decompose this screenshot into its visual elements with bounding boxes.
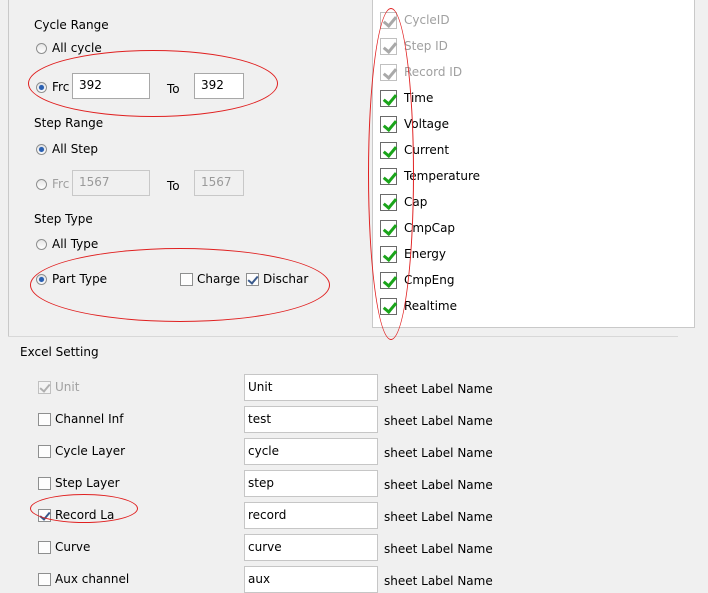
excel-row-name-input[interactable]: record bbox=[244, 502, 378, 529]
checkmark-icon bbox=[382, 194, 398, 211]
checkmark-icon bbox=[382, 168, 398, 185]
all-step-radio[interactable] bbox=[36, 144, 47, 155]
column-label[interactable]: Voltage bbox=[404, 117, 449, 132]
cycle-to-input[interactable]: 392 bbox=[194, 73, 244, 99]
all-type-label[interactable]: All Type bbox=[52, 237, 98, 252]
sheet-label-name-text: sheet Label Name bbox=[384, 446, 493, 460]
excel-row-label[interactable]: Record La bbox=[55, 508, 135, 523]
excel-row-name-input[interactable]: Unit bbox=[244, 374, 378, 401]
step-from-radio[interactable] bbox=[36, 179, 47, 190]
column-checkbox bbox=[380, 64, 398, 81]
sheet-label-name-text: sheet Label Name bbox=[384, 414, 493, 428]
column-checkbox[interactable] bbox=[380, 90, 398, 107]
excel-row-name-input[interactable]: step bbox=[244, 470, 378, 497]
checkmark-icon bbox=[382, 142, 398, 159]
excel-row-label[interactable]: Curve bbox=[55, 540, 135, 555]
all-cycle-label[interactable]: All cycle bbox=[52, 41, 102, 56]
checkmark-icon bbox=[247, 273, 259, 285]
cycle-range-title: Cycle Range bbox=[34, 18, 109, 32]
excel-row-checkbox[interactable] bbox=[38, 413, 51, 426]
column-checkbox bbox=[380, 38, 398, 55]
column-checkbox[interactable] bbox=[380, 298, 398, 315]
step-from-input[interactable]: 1567 bbox=[72, 170, 150, 196]
part-type-radio[interactable] bbox=[36, 274, 47, 285]
step-range-title: Step Range bbox=[34, 116, 104, 130]
column-label: CycleID bbox=[404, 13, 450, 27]
checkmark-icon bbox=[382, 38, 398, 55]
all-type-radio[interactable] bbox=[36, 239, 47, 250]
excel-row-label[interactable]: Aux channel bbox=[55, 572, 135, 587]
cycle-from-label[interactable]: Frc bbox=[52, 80, 69, 95]
column-checkbox[interactable] bbox=[380, 116, 398, 133]
column-label[interactable]: CmpEng bbox=[404, 273, 455, 288]
column-checkbox[interactable] bbox=[380, 168, 398, 185]
column-label[interactable]: Time bbox=[404, 91, 433, 106]
column-label[interactable]: Cap bbox=[404, 195, 427, 210]
excel-row-name-input[interactable]: cycle bbox=[244, 438, 378, 465]
excel-row-label[interactable]: Step Layer bbox=[55, 476, 135, 491]
charge-checkbox[interactable] bbox=[180, 273, 193, 286]
sheet-label-name-text: sheet Label Name bbox=[384, 382, 493, 396]
excel-row-checkbox[interactable] bbox=[38, 445, 51, 458]
column-label[interactable]: CmpCap bbox=[404, 221, 455, 236]
checkmark-icon bbox=[382, 116, 398, 133]
step-to-input[interactable]: 1567 bbox=[194, 170, 244, 196]
excel-row-checkbox bbox=[38, 381, 51, 394]
cycle-to-label: To bbox=[167, 82, 180, 96]
excel-row-name-input[interactable]: curve bbox=[244, 534, 378, 561]
all-step-label[interactable]: All Step bbox=[52, 142, 98, 157]
column-checkbox[interactable] bbox=[380, 220, 398, 237]
column-label: Step ID bbox=[404, 39, 448, 53]
column-label: Record ID bbox=[404, 65, 463, 79]
cycle-from-input[interactable]: 392 bbox=[72, 73, 150, 99]
checkmark-icon bbox=[39, 381, 51, 393]
checkmark-icon bbox=[382, 298, 398, 315]
cycle-from-radio[interactable] bbox=[36, 82, 47, 93]
column-checkbox[interactable] bbox=[380, 246, 398, 263]
excel-row-name-input[interactable]: aux bbox=[244, 566, 378, 593]
column-checkbox[interactable] bbox=[380, 272, 398, 289]
excel-row-label[interactable]: Channel Inf bbox=[55, 412, 135, 427]
step-to-label: To bbox=[167, 179, 180, 193]
checkmark-icon bbox=[382, 64, 398, 81]
column-label[interactable]: Current bbox=[404, 143, 449, 158]
excel-setting-title: Excel Setting bbox=[20, 345, 99, 359]
all-cycle-radio[interactable] bbox=[36, 43, 47, 54]
excel-row-label: Unit bbox=[55, 380, 80, 394]
discharge-label[interactable]: Dischar bbox=[263, 272, 309, 287]
part-type-label[interactable]: Part Type bbox=[52, 272, 107, 287]
column-checkbox bbox=[380, 12, 398, 29]
checkmark-icon bbox=[382, 90, 398, 107]
checkmark-icon bbox=[382, 220, 398, 237]
column-checkbox[interactable] bbox=[380, 194, 398, 211]
sheet-label-name-text: sheet Label Name bbox=[384, 478, 493, 492]
checkmark-icon bbox=[39, 509, 51, 521]
discharge-checkbox[interactable] bbox=[246, 273, 259, 286]
excel-row-checkbox[interactable] bbox=[38, 541, 51, 554]
sheet-label-name-text: sheet Label Name bbox=[384, 574, 493, 588]
checkmark-icon bbox=[382, 272, 398, 289]
column-label[interactable]: Realtime bbox=[404, 299, 457, 314]
checkmark-icon bbox=[382, 246, 398, 263]
excel-row-checkbox[interactable] bbox=[38, 477, 51, 490]
checkmark-icon bbox=[382, 12, 398, 29]
charge-label[interactable]: Charge bbox=[197, 272, 243, 287]
step-type-title: Step Type bbox=[34, 212, 93, 226]
excel-row-checkbox[interactable] bbox=[38, 509, 51, 522]
sheet-label-name-text: sheet Label Name bbox=[384, 542, 493, 556]
column-label[interactable]: Temperature bbox=[404, 169, 480, 184]
column-label[interactable]: Energy bbox=[404, 247, 446, 262]
excel-row-checkbox[interactable] bbox=[38, 573, 51, 586]
excel-row-label[interactable]: Cycle Layer bbox=[55, 444, 135, 459]
excel-row-name-input[interactable]: test bbox=[244, 406, 378, 433]
step-from-label[interactable]: Frc bbox=[52, 177, 69, 192]
sheet-label-name-text: sheet Label Name bbox=[384, 510, 493, 524]
column-checkbox[interactable] bbox=[380, 142, 398, 159]
top-left-frame bbox=[8, 0, 9, 336]
